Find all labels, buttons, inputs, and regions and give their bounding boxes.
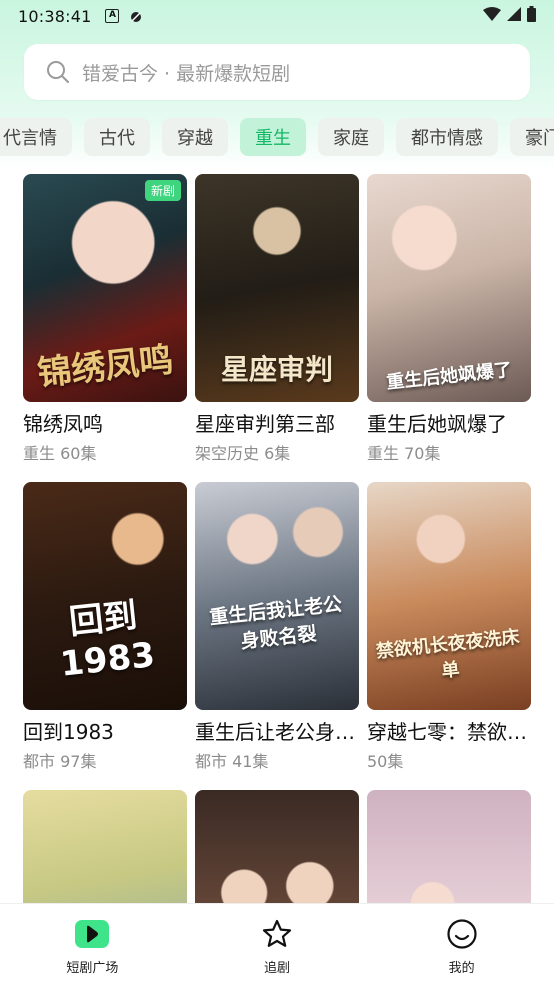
search-placeholder: 错爱古今 · 最新爆款短剧 <box>82 62 291 85</box>
nav-item-follow[interactable]: 追剧 <box>217 913 337 976</box>
drama-card[interactable]: 新剧 锦绣凤鸣 锦绣凤鸣 重生 60集 <box>23 174 187 463</box>
category-chip-active[interactable]: 重生 <box>240 118 306 156</box>
drama-poster[interactable]: 回到1983 <box>23 482 187 710</box>
poster-title: 星座审判 <box>220 353 333 386</box>
drama-grid: 新剧 锦绣凤鸣 锦绣凤鸣 重生 60集 星座审判 星座审判第三部 架空历史 6集… <box>23 174 533 984</box>
nav-label: 追剧 <box>263 960 290 976</box>
app-icon <box>129 9 143 23</box>
category-chip[interactable]: 豪门 <box>510 118 554 156</box>
status-bar: 10:38:41 A <box>0 0 554 32</box>
drama-title: 星座审判第三部 <box>195 412 335 436</box>
search-input[interactable]: 错爱古今 · 最新爆款短剧 <box>24 44 530 100</box>
drama-poster[interactable]: 重生后她飒爆了 <box>367 174 531 402</box>
category-chip[interactable]: 古代 <box>84 118 150 156</box>
new-badge: 新剧 <box>144 180 181 201</box>
signal-icon <box>507 7 521 21</box>
drama-card[interactable]: 重生后我让老公身败名裂 重生后让老公身… 都市 41集 <box>195 482 359 771</box>
a-icon: A <box>105 9 120 23</box>
drama-card[interactable]: 重生后她飒爆了 重生后她飒爆了 重生 70集 <box>367 174 531 463</box>
poster-title: 回到1983 <box>58 595 157 685</box>
star-icon <box>260 917 294 951</box>
nav-label: 我的 <box>448 960 475 976</box>
drama-title: 锦绣凤鸣 <box>23 412 103 436</box>
drama-meta: 重生 60集 <box>23 444 97 463</box>
drama-card[interactable]: 禁欲机长夜夜洗床单 穿越七零：禁欲… 50集 <box>367 482 531 771</box>
category-chip[interactable]: 穿越 <box>162 118 228 156</box>
play-icon <box>75 917 110 951</box>
status-time: 10:38:41 <box>18 6 92 26</box>
drama-card[interactable]: 回到1983 回到1983 都市 97集 <box>23 482 187 771</box>
drama-poster[interactable]: 新剧 锦绣凤鸣 <box>23 174 187 402</box>
drama-meta: 都市 41集 <box>195 752 269 771</box>
poster-title: 禁欲机长夜夜洗床单 <box>375 626 521 682</box>
drama-poster[interactable]: 禁欲机长夜夜洗床单 <box>367 482 531 710</box>
smile-icon <box>445 917 479 951</box>
battery-icon <box>527 6 536 22</box>
poster-title: 重生后她飒爆了 <box>385 359 513 394</box>
drama-title: 重生后她飒爆了 <box>367 412 507 436</box>
drama-title: 穿越七零：禁欲… <box>367 720 527 744</box>
search-icon <box>47 61 69 83</box>
drama-card[interactable]: 星座审判 星座审判第三部 架空历史 6集 <box>195 174 359 463</box>
drama-title: 回到1983 <box>23 720 114 744</box>
drama-meta: 50集 <box>367 752 404 771</box>
nav-item-mine[interactable]: 我的 <box>402 913 522 976</box>
nav-item-drama-square[interactable]: 短剧广场 <box>32 913 152 976</box>
nav-label: 短剧广场 <box>66 960 119 976</box>
wifi-icon <box>483 7 501 21</box>
bottom-nav: 短剧广场 追剧 我的 <box>0 903 554 984</box>
drama-meta: 架空历史 6集 <box>195 444 291 463</box>
drama-poster[interactable]: 星座审判 <box>195 174 359 402</box>
category-chip[interactable]: 家庭 <box>318 118 384 156</box>
poster-title: 重生后我让老公身败名裂 <box>208 593 344 653</box>
category-chip[interactable]: 都市情感 <box>396 118 498 156</box>
category-tabs: 代言情 古代 穿越 重生 家庭 都市情感 豪门 <box>0 118 554 156</box>
category-chip[interactable]: 代言情 <box>0 118 72 156</box>
drama-title: 重生后让老公身… <box>195 720 355 744</box>
drama-meta: 都市 97集 <box>23 752 97 771</box>
drama-meta: 重生 70集 <box>367 444 441 463</box>
poster-title: 锦绣凤鸣 <box>35 339 176 394</box>
drama-poster[interactable]: 重生后我让老公身败名裂 <box>195 482 359 710</box>
